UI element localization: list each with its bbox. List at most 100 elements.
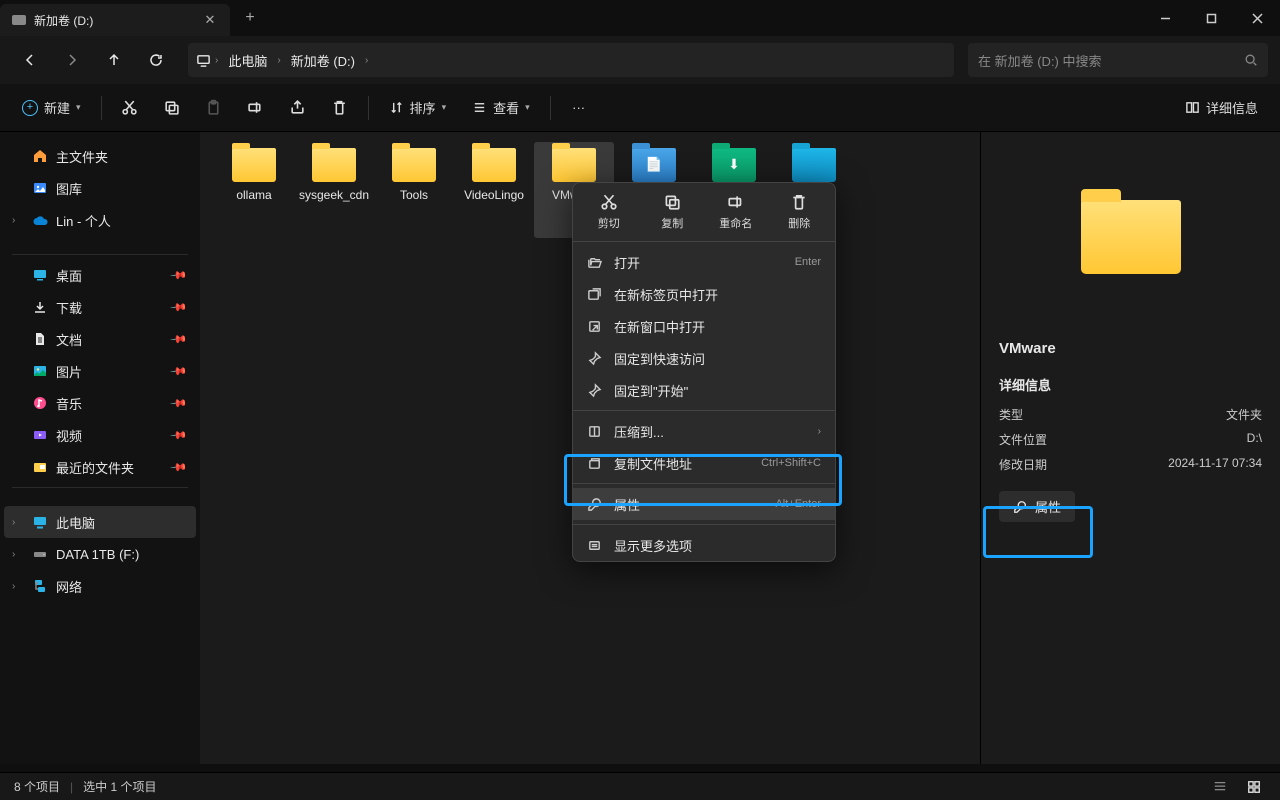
- details-row: 修改日期2024-11-17 07:34: [999, 456, 1262, 473]
- ctx-item-copypath[interactable]: 复制文件地址Ctrl+Shift+C: [573, 447, 835, 479]
- sidebar-item-home[interactable]: 主文件夹: [4, 140, 196, 172]
- drive-icon: [12, 15, 26, 25]
- ctx-item-props[interactable]: 属性Alt+Enter: [573, 488, 835, 520]
- copy-button[interactable]: [154, 91, 190, 125]
- sidebar-item-onedrive[interactable]: ›Lin - 个人: [4, 204, 196, 236]
- music-icon: [32, 395, 48, 411]
- pin-icon: 📌: [170, 458, 189, 477]
- ctx-cut-button[interactable]: 剪切: [581, 193, 637, 231]
- forward-button[interactable]: [54, 42, 90, 78]
- folder-item[interactable]: Tools: [374, 142, 454, 238]
- sidebar-item-gallery[interactable]: 图库: [4, 172, 196, 204]
- rename-button[interactable]: [238, 91, 274, 125]
- gallery-icon: [32, 180, 48, 196]
- toolbar: +新建▾ 排序▾ 查看▾ ··· 详细信息: [0, 84, 1280, 132]
- sidebar-item-music[interactable]: 音乐📌: [4, 387, 196, 419]
- folder-label: sysgeek_cdn: [297, 188, 371, 202]
- sidebar-item-pc[interactable]: ›此电脑: [4, 506, 196, 538]
- details-view-button[interactable]: [1208, 777, 1232, 797]
- pc-icon: [32, 514, 48, 530]
- sidebar-item-download[interactable]: 下载📌: [4, 291, 196, 323]
- pin-icon: 📌: [170, 362, 189, 381]
- folder-item[interactable]: sysgeek_cdn: [294, 142, 374, 238]
- paste-button[interactable]: [196, 91, 232, 125]
- sidebar-item-label: 文档: [56, 330, 82, 349]
- sidebar-item-picture[interactable]: 图片 📌: [4, 355, 196, 387]
- ctx-item-pin[interactable]: 固定到"开始": [573, 374, 835, 406]
- ctx-rename-button[interactable]: 重命名: [708, 193, 764, 231]
- search-placeholder: 在 新加卷 (D:) 中搜索: [978, 51, 1244, 70]
- folder-icon: [392, 148, 436, 182]
- close-button[interactable]: [1234, 0, 1280, 36]
- sidebar-item-video[interactable]: 视频📌: [4, 419, 196, 451]
- close-tab-icon[interactable]: ✕: [202, 12, 218, 28]
- new-tab-button[interactable]: +: [230, 0, 270, 36]
- sidebar-item-label: 图片: [56, 362, 82, 381]
- share-button[interactable]: [280, 91, 316, 125]
- chevron-right-icon[interactable]: ›: [277, 55, 280, 66]
- maximize-button[interactable]: [1188, 0, 1234, 36]
- ctx-copy-button[interactable]: 复制: [644, 193, 700, 231]
- chevron-right-icon[interactable]: ›: [365, 55, 368, 66]
- properties-button[interactable]: 属性: [999, 491, 1075, 522]
- wrench-icon: [1013, 500, 1027, 514]
- chevron-right-icon: ›: [12, 517, 15, 528]
- details-button[interactable]: 详细信息: [1175, 91, 1268, 125]
- download-icon: [32, 299, 48, 315]
- minimize-button[interactable]: [1142, 0, 1188, 36]
- ctx-item-open[interactable]: 打开Enter: [573, 246, 835, 278]
- more-button[interactable]: ···: [561, 91, 597, 125]
- sidebar-item-document[interactable]: 文档📌: [4, 323, 196, 355]
- sidebar-item-label: 主文件夹: [56, 147, 108, 166]
- sidebar-item-label: 桌面: [56, 266, 82, 285]
- breadcrumb-item[interactable]: 新加卷 (D:): [285, 49, 361, 72]
- statusbar: 8 个项目 | 选中 1 个项目: [0, 772, 1280, 800]
- cut-button[interactable]: [112, 91, 148, 125]
- details-pane: VMware 详细信息 类型文件夹文件位置D:\修改日期2024-11-17 0…: [980, 132, 1280, 764]
- search-input[interactable]: 在 新加卷 (D:) 中搜索: [968, 43, 1268, 77]
- status-selected-count: 选中 1 个项目: [83, 778, 156, 795]
- desktop-icon: [32, 267, 48, 283]
- ctx-item-newwin[interactable]: 在新窗口中打开: [573, 310, 835, 342]
- breadcrumb-item[interactable]: 此电脑: [222, 49, 273, 72]
- chevron-right-icon[interactable]: ›: [215, 55, 218, 66]
- ctx-item-zip[interactable]: 压缩到...›: [573, 415, 835, 447]
- network-icon: [32, 578, 48, 594]
- folder-icon: [792, 148, 836, 182]
- back-button[interactable]: [12, 42, 48, 78]
- sidebar-item-desktop[interactable]: 桌面 📌: [4, 259, 196, 291]
- sidebar-item-label: 网络: [56, 577, 82, 596]
- folder-icon: [472, 148, 516, 182]
- new-button[interactable]: +新建▾: [12, 91, 91, 125]
- pin-icon: 📌: [170, 266, 189, 285]
- refresh-button[interactable]: [138, 42, 174, 78]
- breadcrumb[interactable]: › 此电脑 › 新加卷 (D:) ›: [188, 43, 954, 77]
- ctx-item-more[interactable]: 显示更多选项: [573, 529, 835, 561]
- picture-icon: [32, 363, 48, 379]
- tab[interactable]: 新加卷 (D:) ✕: [0, 4, 230, 36]
- titlebar: 新加卷 (D:) ✕ +: [0, 0, 1280, 36]
- pin-icon: 📌: [170, 394, 189, 413]
- up-button[interactable]: [96, 42, 132, 78]
- delete-button[interactable]: [322, 91, 358, 125]
- ctx-item-newtab[interactable]: 在新标签页中打开: [573, 278, 835, 310]
- search-icon: [1244, 53, 1258, 67]
- folder-label: ollama: [234, 188, 273, 202]
- context-menu: 剪切复制重命名删除打开Enter在新标签页中打开在新窗口中打开固定到快速访问固定…: [572, 182, 836, 562]
- folder-preview-icon: [1081, 200, 1181, 274]
- ctx-trash-button[interactable]: 删除: [771, 193, 827, 231]
- details-subtitle: 详细信息: [999, 375, 1051, 394]
- sidebar-item-network[interactable]: ›网络: [4, 570, 196, 602]
- folder-item[interactable]: VideoLingo: [454, 142, 534, 238]
- onedrive-icon: [32, 212, 48, 228]
- recent-icon: [32, 459, 48, 475]
- icons-view-button[interactable]: [1242, 777, 1266, 797]
- folder-item[interactable]: ollama: [214, 142, 294, 238]
- chevron-right-icon: ›: [12, 215, 15, 226]
- ctx-item-pin[interactable]: 固定到快速访问: [573, 342, 835, 374]
- sidebar-item-recent[interactable]: 最近的文件夹📌: [4, 451, 196, 483]
- sidebar-item-drive[interactable]: ›DATA 1TB (F:): [4, 538, 196, 570]
- view-button[interactable]: 查看▾: [462, 91, 540, 125]
- video-icon: [32, 427, 48, 443]
- sort-button[interactable]: 排序▾: [379, 91, 457, 125]
